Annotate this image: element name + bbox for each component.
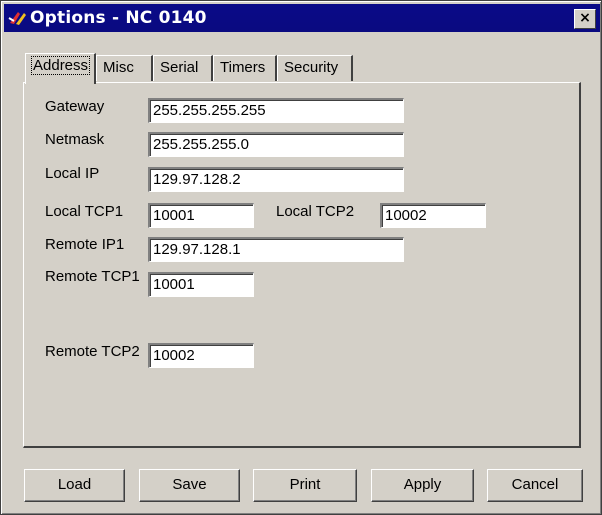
remote-ip1-field[interactable]: 129.97.128.1	[148, 237, 404, 262]
local-tcp2-label: Local TCP2	[276, 203, 355, 220]
app-icon	[8, 12, 26, 25]
tab-timers[interactable]: Timers	[213, 55, 277, 81]
save-button[interactable]: Save	[139, 469, 240, 502]
print-button[interactable]: Print	[253, 469, 357, 502]
local-tcp2-field[interactable]: 10002	[380, 203, 486, 228]
local-tcp1-label: Local TCP1	[45, 203, 124, 220]
remote-tcp1-label: Remote TCP1	[45, 268, 140, 285]
netmask-label: Netmask	[45, 131, 105, 148]
title-bar[interactable]: Options - NC 0140 ×	[4, 4, 600, 32]
apply-button[interactable]: Apply	[371, 469, 474, 502]
gateway-field[interactable]: 255.255.255.255	[148, 98, 404, 123]
local-tcp1-field[interactable]: 10001	[148, 203, 254, 228]
remote-ip1-label: Remote IP1	[45, 236, 125, 253]
window-title: Options - NC 0140	[30, 8, 207, 28]
gateway-label: Gateway	[45, 98, 105, 115]
cancel-button[interactable]: Cancel	[487, 469, 583, 502]
tab-address[interactable]: Address	[25, 53, 96, 84]
remote-tcp2-field[interactable]: 10002	[148, 343, 254, 368]
options-window: Options - NC 0140 × Address Misc Serial …	[0, 0, 602, 515]
local-ip-field[interactable]: 129.97.128.2	[148, 167, 404, 192]
remote-tcp2-label: Remote TCP2	[45, 343, 140, 360]
tab-serial[interactable]: Serial	[153, 55, 213, 81]
netmask-field[interactable]: 255.255.255.0	[148, 132, 404, 157]
tab-security[interactable]: Security	[277, 55, 353, 81]
load-button[interactable]: Load	[24, 469, 125, 502]
remote-tcp1-field[interactable]: 10001	[148, 272, 254, 297]
local-ip-label: Local IP	[45, 165, 100, 182]
tab-misc[interactable]: Misc	[96, 55, 153, 81]
close-button[interactable]: ×	[574, 9, 596, 29]
